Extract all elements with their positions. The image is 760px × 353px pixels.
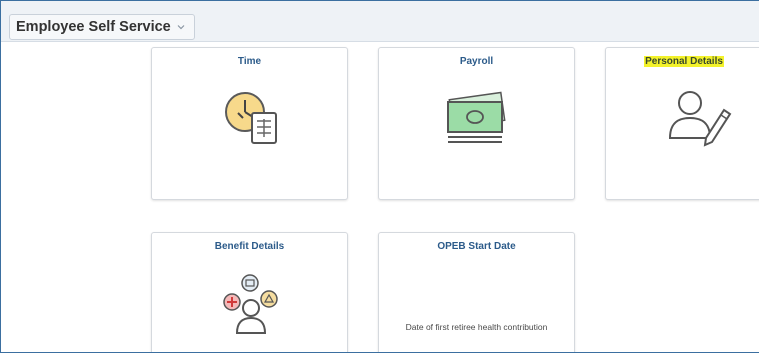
tile-title: Time [237,56,262,67]
tile-title: Personal Details [606,56,759,67]
tile-description: Date of first retiree health contributio… [405,322,548,332]
homepage-selector[interactable]: Employee Self Service [9,14,195,40]
tile-payroll[interactable]: Payroll [378,47,575,200]
tile-title: Payroll [459,56,494,67]
tile-opeb-start-date[interactable]: OPEB Start Date Date of first retiree he… [378,232,575,352]
tile-personal-details[interactable]: Personal Details [605,47,759,200]
app-frame: Employee Self Service Time Payroll Perso… [0,0,759,353]
header-bar: Employee Self Service [1,1,759,42]
clock-document-icon [225,92,277,144]
homepage-title: Employee Self Service [16,19,171,35]
tile-title: OPEB Start Date [437,241,516,252]
tile-time[interactable]: Time [151,47,348,200]
highlighted-title-text: Personal Details [644,56,724,67]
tile-title: Benefit Details [214,241,285,252]
tile-benefit-details[interactable]: Benefit Details [151,232,348,352]
money-bills-icon [447,91,506,143]
chevron-down-icon [177,25,185,30]
person-edit-icon [668,91,732,147]
benefits-person-icon [223,274,278,334]
